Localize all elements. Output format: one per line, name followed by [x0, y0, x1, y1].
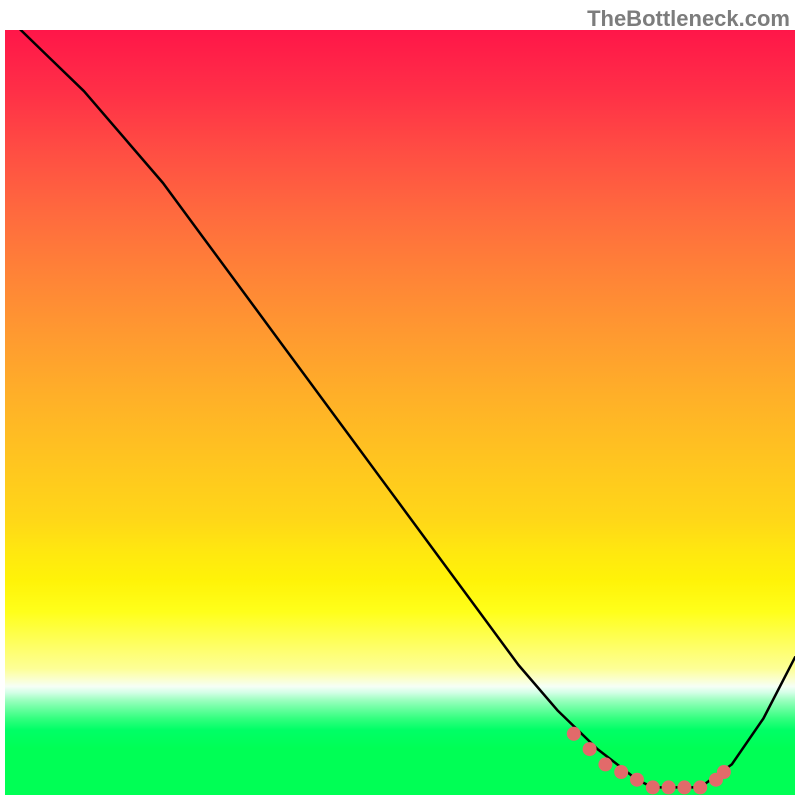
- curve-layer: [5, 30, 795, 795]
- optimal-marker: [717, 765, 731, 779]
- optimal-marker: [583, 742, 597, 756]
- plot-area: [5, 30, 795, 795]
- optimal-marker: [646, 780, 660, 794]
- optimal-marker: [567, 727, 581, 741]
- optimal-marker: [662, 780, 676, 794]
- bottleneck-chart: [5, 30, 795, 795]
- attribution-text: TheBottleneck.com: [587, 6, 790, 32]
- optimal-marker: [677, 780, 691, 794]
- bottleneck-curve-path: [5, 30, 795, 787]
- optimal-marker: [598, 757, 612, 771]
- optimal-marker: [630, 773, 644, 787]
- optimal-marker: [693, 780, 707, 794]
- optimal-marker: [614, 765, 628, 779]
